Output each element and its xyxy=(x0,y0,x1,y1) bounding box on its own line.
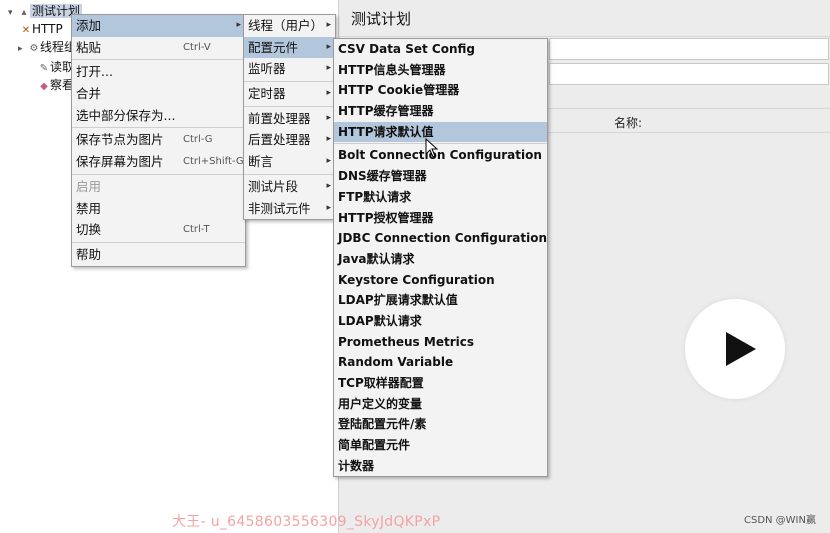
submenu-item-post-processor[interactable]: 后置处理器 ▸ xyxy=(244,129,335,151)
chevron-right-icon: ▸ xyxy=(326,112,331,123)
tree-item-viewer[interactable]: ◆ 察看 xyxy=(38,76,74,94)
menu-separator xyxy=(72,241,245,243)
menu-item-disable[interactable]: 禁用 xyxy=(72,198,245,220)
chevron-right-icon: ▸ xyxy=(326,41,331,52)
expand-icon[interactable]: ▾ xyxy=(8,4,18,22)
name-column-label: 名称: xyxy=(614,116,643,130)
divider xyxy=(339,36,830,37)
chevron-right-icon: ▸ xyxy=(326,63,331,74)
chevron-right-icon: ▸ xyxy=(326,88,331,99)
menu-item-add[interactable]: 添加 ▸ xyxy=(72,15,245,37)
submenu-item-pre-processor[interactable]: 前置处理器 ▸ xyxy=(244,108,335,130)
config-item[interactable]: Random Variable xyxy=(334,352,547,373)
tree-item-reader[interactable]: ✎ 读取 xyxy=(38,58,74,76)
menu-item-help[interactable]: 帮助 xyxy=(72,244,245,266)
menu-separator xyxy=(72,59,245,61)
config-item[interactable]: LDAP扩展请求默认值 xyxy=(334,290,547,311)
menu-item-paste[interactable]: 粘贴 Ctrl-V xyxy=(72,37,245,59)
user-watermark: 大王- u_6458603556309_SkyJdQKPxP xyxy=(172,514,441,530)
config-item[interactable]: Prometheus Metrics xyxy=(334,332,547,353)
expand-icon[interactable]: ▸ xyxy=(18,40,28,58)
menu-separator xyxy=(244,81,335,83)
config-item[interactable]: TCP取样器配置 xyxy=(334,373,547,394)
config-item[interactable]: CSV Data Set Config xyxy=(334,39,547,60)
config-item[interactable]: HTTP信息头管理器 xyxy=(334,60,547,81)
tree-item-thread-group[interactable]: ▸ ⚙ 线程组 xyxy=(18,38,76,56)
add-submenu: 线程（用户） ▸ 配置元件 ▸ 监听器 ▸ 定时器 ▸ 前置处理器 ▸ 后置处理器 ▸ 断言… xyxy=(243,14,336,221)
config-item[interactable]: DNS缓存管理器 xyxy=(334,166,547,187)
config-item[interactable]: 用户定义的变量 xyxy=(334,394,547,415)
play-button[interactable] xyxy=(685,299,785,399)
submenu-item-config-element[interactable]: 配置元件 ▸ xyxy=(244,36,335,59)
comment-field[interactable] xyxy=(549,63,829,85)
menu-item-merge[interactable]: 合并 xyxy=(72,83,245,105)
submenu-item-assertion[interactable]: 断言 ▸ xyxy=(244,151,335,173)
play-icon xyxy=(726,332,756,366)
menu-item-save-screen-image[interactable]: 保存屏幕为图片 Ctrl+Shift-G xyxy=(72,151,245,173)
menu-item-save-selection[interactable]: 选中部分保存为... xyxy=(72,105,245,127)
menu-item-enable[interactable]: 启用 xyxy=(72,176,245,198)
chevron-right-icon: ▸ xyxy=(236,20,241,30)
menu-item-save-node-image[interactable]: 保存节点为图片 Ctrl-G xyxy=(72,129,245,151)
chevron-right-icon: ▸ xyxy=(326,134,331,145)
chevron-right-icon: ▸ xyxy=(326,180,331,191)
menu-item-open[interactable]: 打开... xyxy=(72,61,245,83)
config-item[interactable]: Java默认请求 xyxy=(334,249,547,270)
submenu-item-non-test-element[interactable]: 非测试元件 ▸ xyxy=(244,198,335,220)
chevron-right-icon: ▸ xyxy=(326,20,331,30)
config-element-submenu: CSV Data Set Config HTTP信息头管理器 HTTP Cook… xyxy=(333,38,548,478)
page-title: 测试计划 xyxy=(351,10,412,28)
menu-separator xyxy=(244,105,335,107)
config-item[interactable]: 简单配置元件 xyxy=(334,435,547,456)
gear-icon: ⚙ xyxy=(29,43,39,54)
config-item[interactable]: HTTP缓存管理器 xyxy=(334,101,547,122)
name-field[interactable] xyxy=(549,38,829,60)
menu-separator xyxy=(72,173,245,175)
context-menu: 添加 ▸ 粘贴 Ctrl-V 打开... 合并 选中部分保存为... 保存节点为图片… xyxy=(71,14,246,267)
menu-item-toggle[interactable]: 切换 Ctrl-T xyxy=(72,219,245,241)
config-item[interactable]: 计数器 xyxy=(334,456,547,477)
submenu-item-test-fragment[interactable]: 测试片段 ▸ xyxy=(244,176,335,198)
config-item[interactable]: JDBC Connection Configuration xyxy=(334,228,547,249)
mouse-pointer-icon xyxy=(425,138,439,158)
chevron-right-icon: ▸ xyxy=(326,156,331,167)
listener-icon: ◆ xyxy=(40,81,48,92)
site-watermark: CSDN @WIN赢 xyxy=(743,515,816,526)
tree-item-http[interactable]: ✕ HTTP xyxy=(20,20,63,38)
submenu-item-timer[interactable]: 定时器 ▸ xyxy=(244,83,335,105)
submenu-item-listener[interactable]: 监听器 ▸ xyxy=(244,58,335,80)
submenu-item-threads[interactable]: 线程（用户） ▸ xyxy=(244,15,335,37)
chevron-right-icon: ▸ xyxy=(326,202,331,213)
config-item[interactable]: HTTP授权管理器 xyxy=(334,208,547,229)
config-item[interactable]: 登陆配置元件/素 xyxy=(334,414,547,435)
menu-separator xyxy=(72,127,245,129)
config-item[interactable]: Bolt Connection Configuration xyxy=(334,145,547,166)
config-item[interactable]: Keystore Configuration xyxy=(334,270,547,291)
config-item[interactable]: LDAP默认请求 xyxy=(334,311,547,332)
menu-separator xyxy=(334,143,547,145)
config-item-selected[interactable]: HTTP请求默认值 xyxy=(334,121,547,143)
config-item[interactable]: FTP默认请求 xyxy=(334,187,547,208)
config-item[interactable]: HTTP Cookie管理器 xyxy=(334,80,547,101)
menu-separator xyxy=(244,173,335,175)
